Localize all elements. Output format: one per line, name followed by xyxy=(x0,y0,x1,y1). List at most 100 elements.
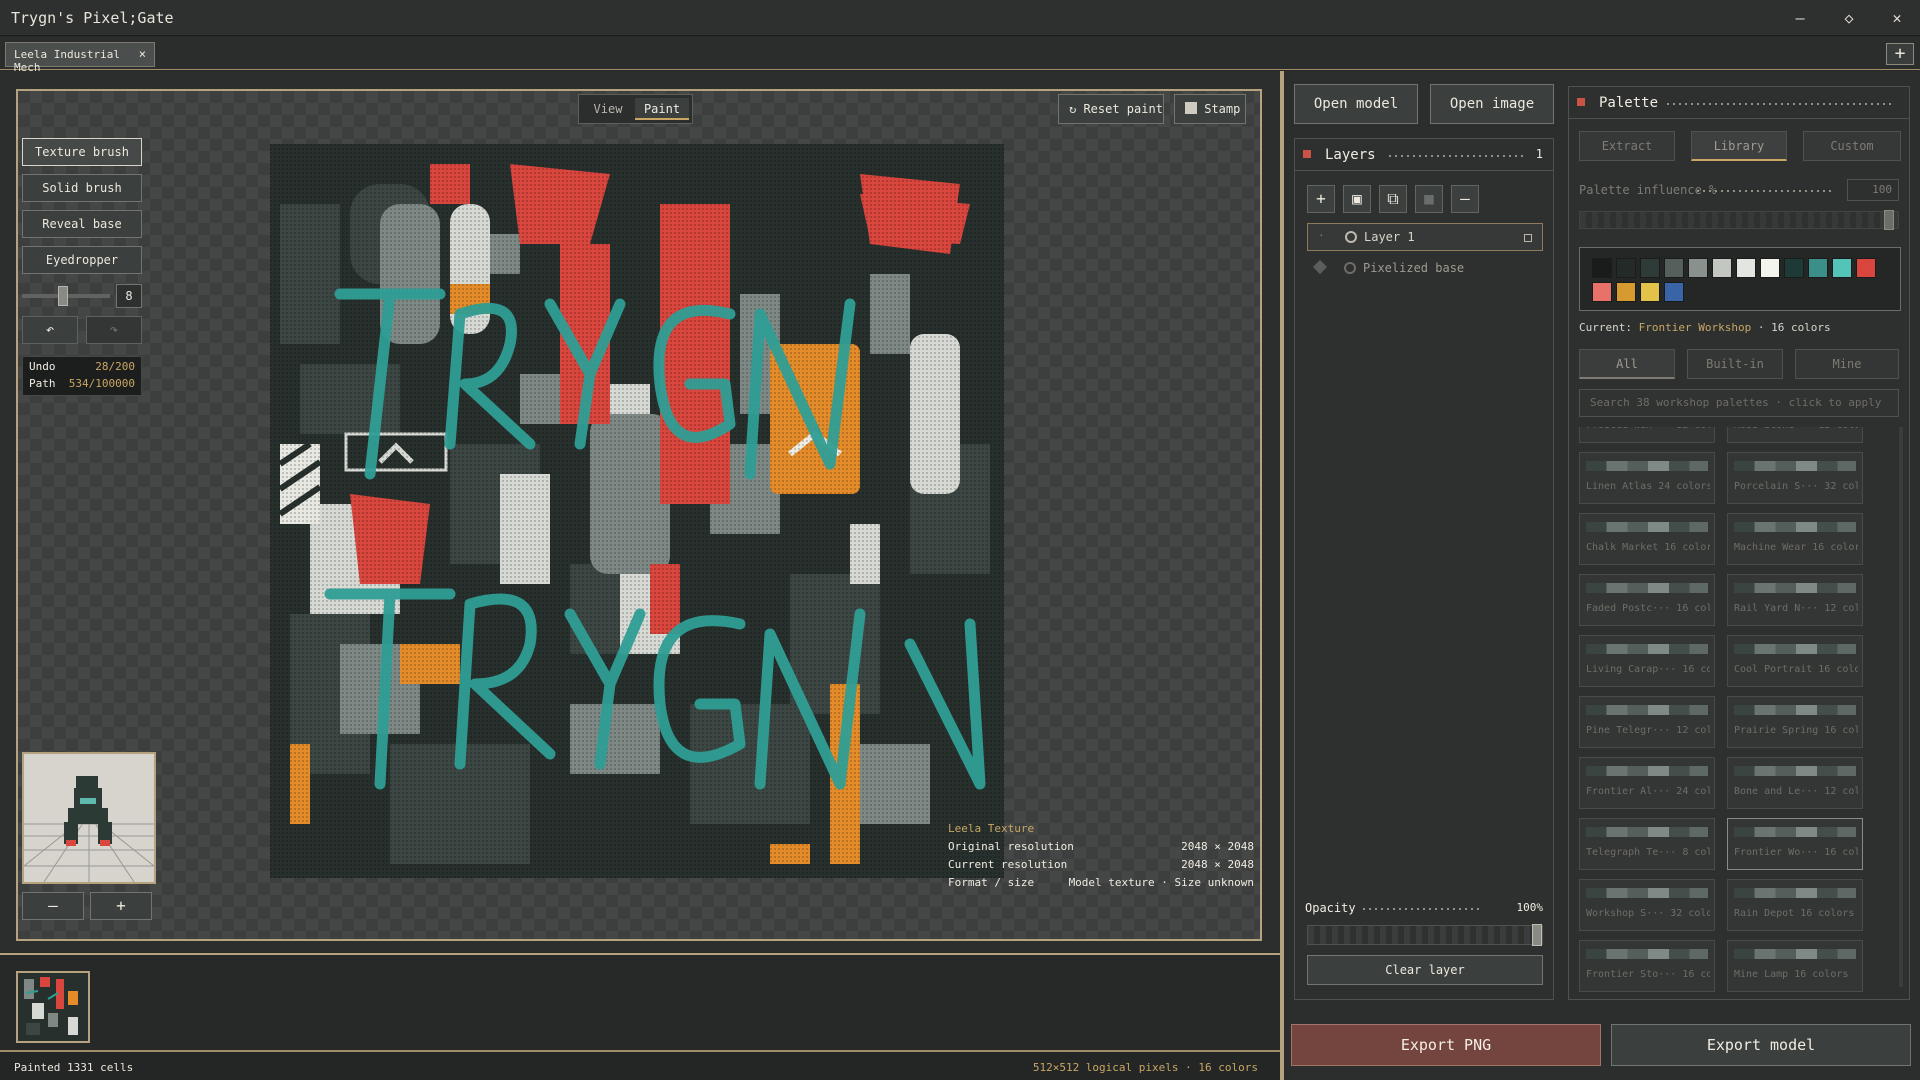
reset-paint-button[interactable]: ↻ Reset paint xyxy=(1058,94,1164,124)
opacity-slider[interactable] xyxy=(1307,924,1543,946)
palette-swatch[interactable] xyxy=(1640,258,1660,278)
zoom-in-button[interactable]: + xyxy=(90,892,152,920)
filter-tab-builtin[interactable]: Built-in xyxy=(1687,349,1783,379)
texture-brush-button[interactable]: Texture brush xyxy=(22,138,142,166)
palette-card[interactable]: Rail Yard N··· 12 colors xyxy=(1727,574,1863,626)
opacity-value: 100% xyxy=(1516,901,1544,914)
close-window-button[interactable]: ✕ xyxy=(1886,8,1908,28)
palette-swatch[interactable] xyxy=(1640,282,1660,302)
palette-card[interactable]: Pine Telegr··· 12 colors xyxy=(1579,696,1715,748)
palette-swatch[interactable] xyxy=(1688,258,1708,278)
document-tab[interactable]: Leela Industrial Mech × xyxy=(5,42,155,74)
palette-card[interactable]: Rain Depot 16 colors xyxy=(1727,879,1863,931)
layer-expand-icon[interactable]: · xyxy=(1318,229,1325,242)
palette-swatch[interactable] xyxy=(1592,258,1612,278)
stamp-button[interactable]: Stamp xyxy=(1174,94,1246,124)
add-layer-button[interactable]: + xyxy=(1307,185,1335,213)
palette-card[interactable]: Cool Portrait 16 colors xyxy=(1727,635,1863,687)
reveal-base-button[interactable]: Reveal base xyxy=(22,210,142,238)
influence-leader xyxy=(1695,189,1835,193)
palette-card[interactable]: Mine Lamp 16 colors xyxy=(1727,940,1863,992)
palette-card[interactable]: Porcelain S··· 32 colors xyxy=(1727,452,1863,504)
maximize-button[interactable]: ◇ xyxy=(1838,8,1860,28)
duplicate-layer-button[interactable]: ⧉ xyxy=(1379,185,1407,213)
layer-row[interactable]: Pixelized base xyxy=(1307,255,1543,283)
palette-swatch[interactable] xyxy=(1616,282,1636,302)
undo-button[interactable]: ↶ xyxy=(22,316,78,344)
export-png-button[interactable]: Export PNG xyxy=(1291,1024,1601,1066)
palette-tab-library[interactable]: Library xyxy=(1691,131,1787,161)
palette-tab-custom[interactable]: Custom xyxy=(1803,131,1901,161)
palette-swatch[interactable] xyxy=(1784,258,1804,278)
new-tab-button[interactable]: + xyxy=(1886,43,1914,65)
opacity-slider-thumb[interactable] xyxy=(1532,924,1542,946)
palette-card[interactable]: Frontier Sto··· 16 colors xyxy=(1579,940,1715,992)
palette-preview-strip xyxy=(1586,522,1708,532)
palette-card[interactable]: Moss Stone··· 12 colors xyxy=(1727,427,1863,443)
texture-canvas[interactable] xyxy=(270,144,1004,878)
filter-tab-all[interactable]: All xyxy=(1579,349,1675,379)
palette-card[interactable]: Workshop S··· 32 colors xyxy=(1579,879,1715,931)
mode-switch: View Paint xyxy=(578,94,693,124)
texture-thumbnail[interactable] xyxy=(16,971,90,1043)
palette-swatch[interactable] xyxy=(1760,258,1780,278)
brush-size-slider[interactable] xyxy=(22,284,110,308)
palette-swatch[interactable] xyxy=(1664,258,1684,278)
merge-layer-button[interactable]: ■ xyxy=(1415,185,1443,213)
layer-row[interactable]: · Layer 1 xyxy=(1307,223,1543,251)
layer-lock-icon[interactable] xyxy=(1524,234,1532,242)
paint-mode-button[interactable]: Paint xyxy=(635,98,689,120)
palette-card[interactable]: Linen Atlas 24 colors xyxy=(1579,452,1715,504)
palette-swatch[interactable] xyxy=(1664,282,1684,302)
palette-influence-slider[interactable] xyxy=(1579,210,1899,230)
palette-card[interactable]: Frontier Wo··· 16 colors xyxy=(1727,818,1863,870)
layer-name: Pixelized base xyxy=(1363,261,1465,275)
layer-visibility-radio[interactable] xyxy=(1344,262,1356,274)
eyedropper-button[interactable]: Eyedropper xyxy=(22,246,142,274)
view-mode-button[interactable]: View xyxy=(583,98,633,120)
minimize-button[interactable]: – xyxy=(1789,8,1811,28)
palette-swatch[interactable] xyxy=(1592,282,1612,302)
palette-tab-extract[interactable]: Extract xyxy=(1579,131,1675,161)
panel-grip-icon[interactable] xyxy=(1577,98,1585,106)
close-tab-icon[interactable]: × xyxy=(139,47,146,61)
drag-handle[interactable] xyxy=(1387,154,1525,158)
layers-header: Layers 1 xyxy=(1295,139,1553,171)
palette-card[interactable]: Chalk Market 16 colors xyxy=(1579,513,1715,565)
palette-list-scrollbar[interactable] xyxy=(1899,427,1903,987)
palette-swatch[interactable] xyxy=(1736,258,1756,278)
palette-card[interactable]: Prairie Spring 16 colors xyxy=(1727,696,1863,748)
palette-search-input[interactable]: Search 38 workshop palettes · click to a… xyxy=(1579,389,1899,417)
palette-influence-thumb[interactable] xyxy=(1884,210,1894,230)
palette-influence-value[interactable]: 100 xyxy=(1847,179,1899,201)
open-model-button[interactable]: Open model xyxy=(1294,84,1418,124)
clear-layer-button[interactable]: Clear layer xyxy=(1307,955,1543,985)
palette-library-list: Frosted Win··· 12 colors Moss Stone··· 12… xyxy=(1579,427,1901,999)
palette-card[interactable]: Frosted Win··· 12 colors xyxy=(1579,427,1715,443)
palette-card[interactable]: Telegraph Te··· 8 colors xyxy=(1579,818,1715,870)
palette-card[interactable]: Frontier Al··· 24 colors xyxy=(1579,757,1715,809)
export-model-button[interactable]: Export model xyxy=(1611,1024,1911,1066)
panel-grip-icon[interactable] xyxy=(1303,150,1311,158)
layer-mask-button[interactable]: ▣ xyxy=(1343,185,1371,213)
brush-size-thumb[interactable] xyxy=(58,286,68,306)
palette-swatch[interactable] xyxy=(1712,258,1732,278)
palette-swatch[interactable] xyxy=(1856,258,1876,278)
open-image-button[interactable]: Open image xyxy=(1430,84,1554,124)
model-preview[interactable] xyxy=(22,752,156,884)
palette-card[interactable]: Faded Postc··· 16 colors xyxy=(1579,574,1715,626)
palette-card[interactable]: Machine Wear 16 colors xyxy=(1727,513,1863,565)
drag-handle[interactable] xyxy=(1665,102,1895,106)
palette-swatch[interactable] xyxy=(1616,258,1636,278)
brush-size-value[interactable]: 8 xyxy=(116,284,142,308)
delete-layer-button[interactable]: – xyxy=(1451,185,1479,213)
solid-brush-button[interactable]: Solid brush xyxy=(22,174,142,202)
redo-button[interactable]: ↷ xyxy=(86,316,142,344)
zoom-out-button[interactable]: – xyxy=(22,892,84,920)
palette-swatch[interactable] xyxy=(1832,258,1852,278)
palette-card[interactable]: Bone and Le··· 12 colors xyxy=(1727,757,1863,809)
filter-tab-mine[interactable]: Mine xyxy=(1795,349,1899,379)
layer-visibility-radio[interactable] xyxy=(1345,231,1357,243)
palette-card[interactable]: Living Carap··· 16 colors xyxy=(1579,635,1715,687)
palette-swatch[interactable] xyxy=(1808,258,1828,278)
